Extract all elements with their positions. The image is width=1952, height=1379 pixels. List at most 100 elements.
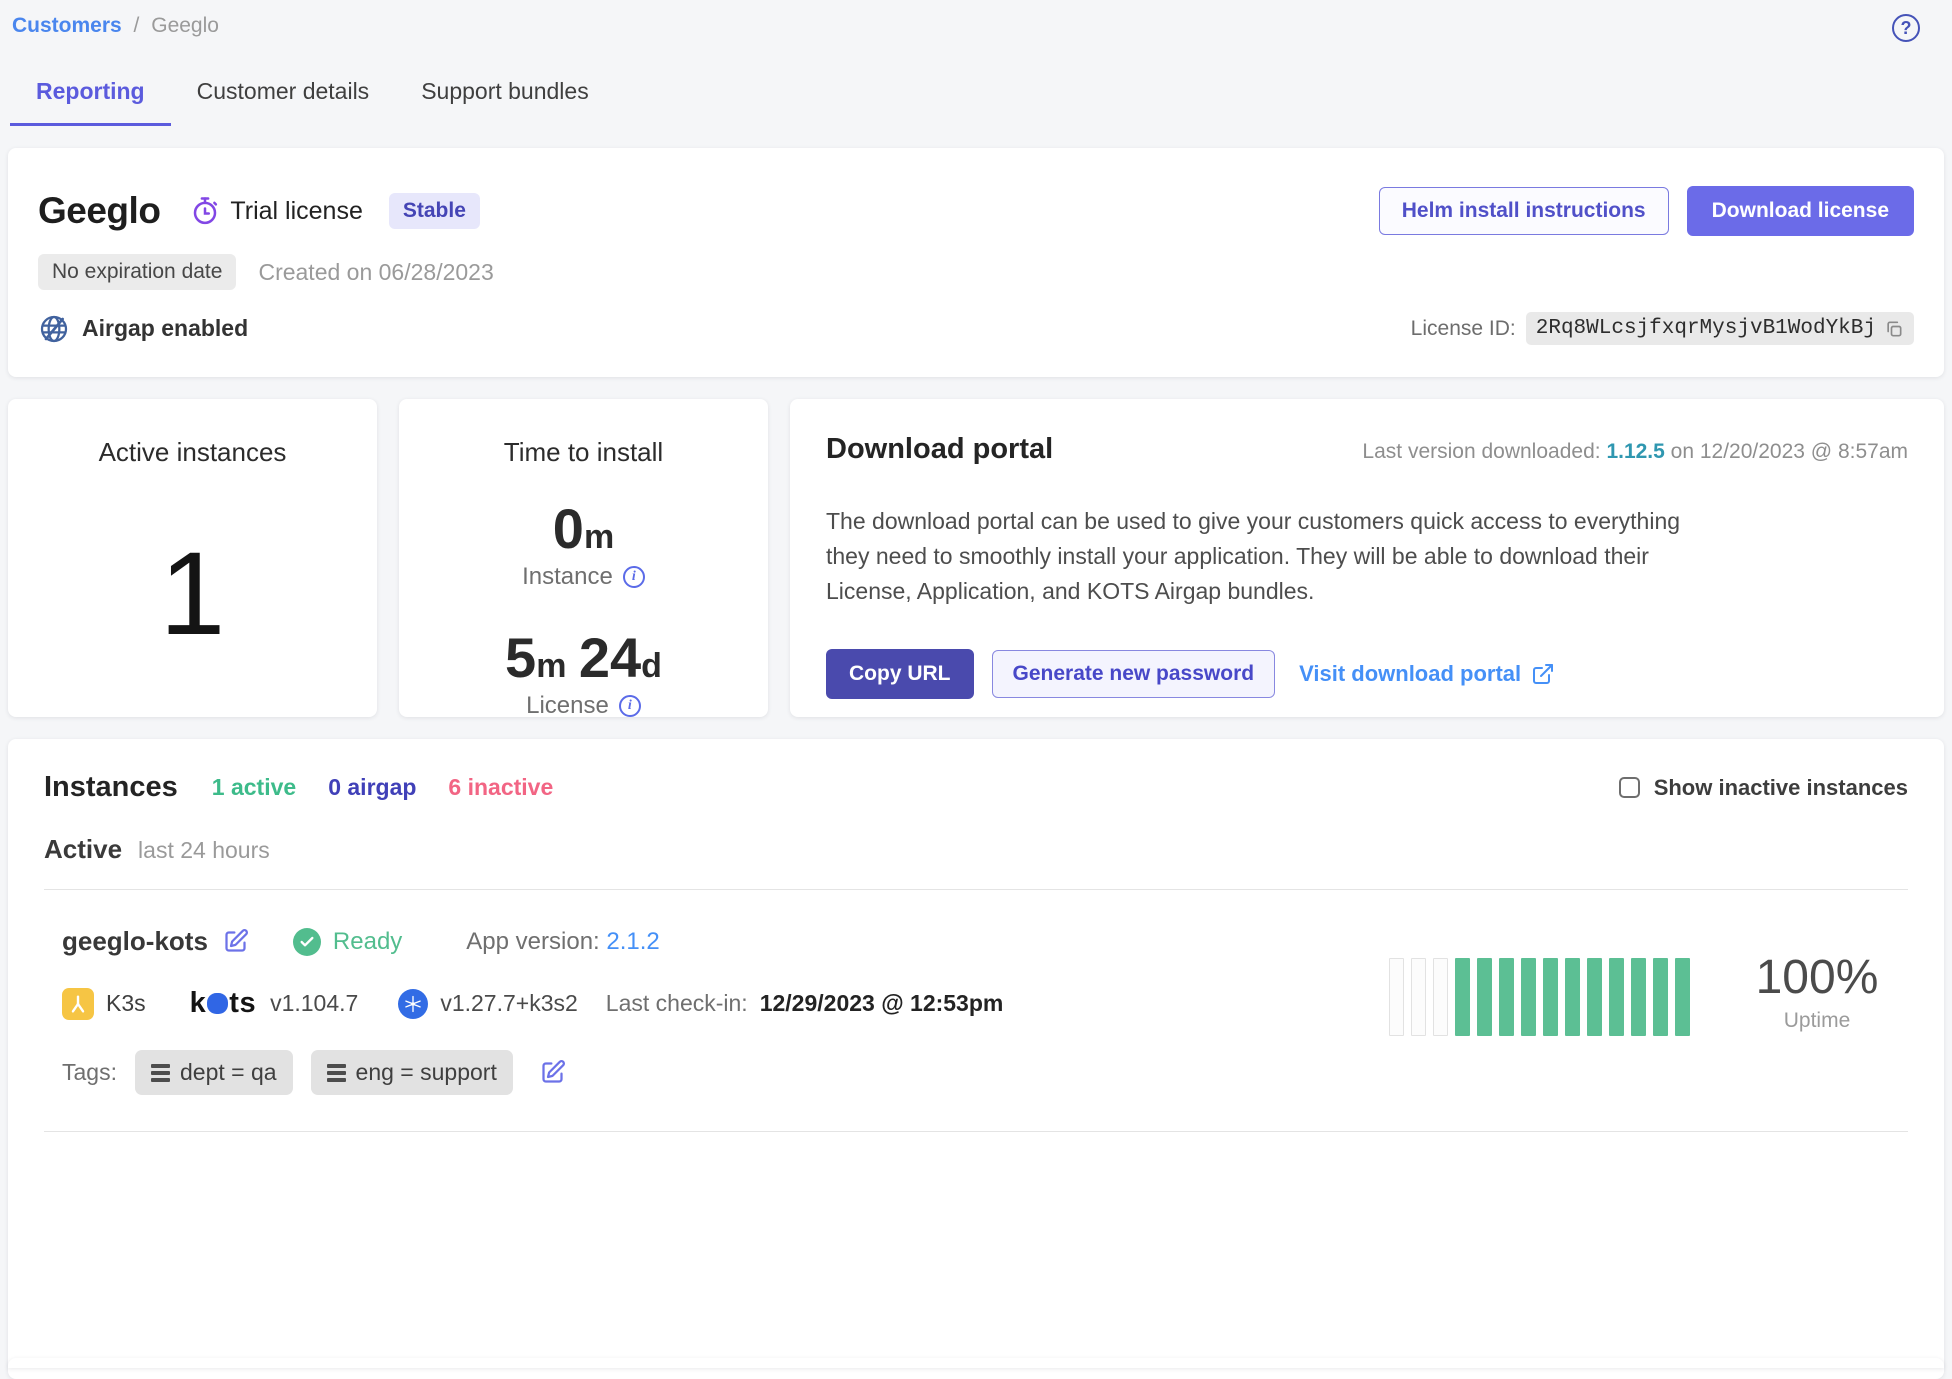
visit-download-portal-link[interactable]: Visit download portal [1299, 661, 1555, 687]
stats-row: Active instances 1 Time to install 0m In… [8, 399, 1944, 717]
topbar: Customers / Geeglo ? [8, 0, 1944, 42]
uptime-bar [1433, 958, 1448, 1036]
kots-logo: kts [190, 987, 256, 1020]
uptime-bar [1499, 958, 1514, 1036]
license-install-label: License i [399, 692, 768, 720]
license-install-time: 5m 24d [399, 625, 768, 690]
breadcrumb-current: Geeglo [151, 14, 219, 37]
uptime-bar [1609, 958, 1624, 1036]
helm-install-instructions-button[interactable]: Helm install instructions [1379, 187, 1669, 235]
license-id-value: 2Rq8WLcsjfxqrMysjvB1WodYkBj [1526, 312, 1914, 345]
uptime-bar [1389, 958, 1404, 1036]
airgap-status: Airgap enabled [38, 313, 248, 345]
instances-title: Instances [44, 771, 178, 804]
k8s-version: v1.27.7+k3s2 [440, 990, 577, 1017]
instance-name: geeglo-kots [62, 926, 208, 957]
tab-customer-details[interactable]: Customer details [171, 68, 396, 126]
show-inactive-checkbox[interactable] [1619, 777, 1640, 798]
uptime-percent: 100% [1742, 950, 1892, 1005]
license-type-label: Trial license [230, 197, 362, 226]
expiration-badge: No expiration date [38, 254, 236, 290]
last-version-link[interactable]: 1.12.5 [1606, 440, 1664, 463]
kots-version: v1.104.7 [270, 990, 358, 1017]
app-version: App version: 2.1.2 [466, 928, 659, 956]
active-count: 1 active [212, 774, 296, 801]
uptime-bar [1565, 958, 1580, 1036]
active-instances-value: 1 [8, 526, 377, 662]
edit-tags-icon[interactable] [539, 1059, 566, 1086]
uptime-bar [1521, 958, 1536, 1036]
copy-url-button[interactable]: Copy URL [826, 649, 974, 699]
uptime-label: Uptime [1742, 1009, 1892, 1033]
uptime-bar [1455, 958, 1470, 1036]
created-date-text: Created on 06/28/2023 [258, 259, 493, 286]
instance-info-icon[interactable]: i [623, 566, 645, 588]
next-card-sliver [8, 1358, 1944, 1368]
active-section-title: Active [44, 834, 122, 865]
k3s-icon [62, 988, 94, 1020]
app-version-link[interactable]: 2.1.2 [606, 928, 659, 955]
kubernetes-icon [398, 989, 428, 1019]
check-circle-icon [293, 928, 321, 956]
breadcrumb: Customers / Geeglo [12, 14, 219, 38]
copy-icon[interactable] [1884, 319, 1904, 339]
uptime-bar [1675, 958, 1690, 1036]
instance-install-label: Instance i [399, 563, 768, 591]
instance-status: Ready [293, 928, 402, 956]
uptime-block: 100% Uptime [1389, 950, 1892, 1095]
license-id-row: License ID: 2Rq8WLcsjfxqrMysjvB1WodYkBj [1411, 312, 1914, 345]
active-instances-card: Active instances 1 [8, 399, 377, 717]
last-version-downloaded: Last version downloaded: 1.12.5 on 12/20… [1362, 440, 1908, 464]
breadcrumb-customers-link[interactable]: Customers [12, 14, 122, 37]
time-to-install-title: Time to install [399, 437, 768, 468]
instance-install-time: 0m [399, 496, 768, 561]
uptime-bar [1631, 958, 1646, 1036]
license-type: Trial license [190, 196, 362, 226]
last-checkin-value: 12/29/2023 @ 12:53pm [760, 990, 1004, 1017]
tab-bar: Reporting Customer details Support bundl… [10, 68, 1944, 126]
divider [44, 1131, 1908, 1132]
external-link-icon [1531, 662, 1555, 686]
license-info-icon[interactable]: i [619, 695, 641, 717]
help-icon[interactable]: ? [1892, 14, 1920, 42]
instance-counts: 1 active 0 airgap 6 inactive [212, 774, 553, 801]
tag-pill: eng = support [311, 1050, 513, 1095]
breadcrumb-separator: / [134, 14, 140, 37]
instances-card: Instances 1 active 0 airgap 6 inactive S… [8, 739, 1944, 1379]
download-portal-description: The download portal can be used to give … [826, 504, 1726, 609]
active-section-subtext: last 24 hours [138, 837, 270, 864]
uptime-bar [1477, 958, 1492, 1036]
generate-new-password-button[interactable]: Generate new password [992, 650, 1276, 698]
airgap-count[interactable]: 0 airgap [328, 774, 416, 801]
active-instances-title: Active instances [8, 437, 377, 468]
airgap-label: Airgap enabled [82, 315, 248, 342]
uptime-bar [1543, 958, 1558, 1036]
status-label: Ready [333, 928, 402, 956]
tag-pill: dept = qa [135, 1050, 293, 1095]
tag-icon [327, 1064, 346, 1082]
license-id-label: License ID: [1411, 317, 1516, 341]
tab-support-bundles[interactable]: Support bundles [395, 68, 615, 126]
uptime-bar [1653, 958, 1668, 1036]
time-to-install-card: Time to install 0m Instance i 5m 24d Lic… [399, 399, 768, 717]
inactive-count: 6 inactive [448, 774, 553, 801]
airgap-globe-icon [38, 313, 70, 345]
show-inactive-toggle[interactable]: Show inactive instances [1619, 775, 1908, 801]
stopwatch-icon [190, 196, 220, 226]
distro-label: K3s [106, 990, 146, 1017]
instance-row: geeglo-kots Ready App ve [44, 890, 1908, 1095]
customer-header-card: Geeglo Trial license Stable Helm install… [8, 148, 1944, 377]
last-checkin-label: Last check-in: [606, 990, 748, 1017]
show-inactive-label: Show inactive instances [1654, 775, 1908, 801]
download-portal-title: Download portal [826, 433, 1053, 466]
edit-instance-name-icon[interactable] [222, 928, 249, 955]
channel-badge: Stable [389, 193, 480, 229]
customer-reporting-page: Customers / Geeglo ? Reporting Customer … [0, 0, 1952, 1368]
uptime-bar [1587, 958, 1602, 1036]
tags-label: Tags: [62, 1059, 117, 1086]
uptime-bar [1411, 958, 1426, 1036]
kots-o-mark [207, 993, 228, 1014]
uptime-bar-chart [1389, 958, 1690, 1036]
tab-reporting[interactable]: Reporting [10, 68, 171, 126]
download-license-button[interactable]: Download license [1687, 186, 1914, 236]
